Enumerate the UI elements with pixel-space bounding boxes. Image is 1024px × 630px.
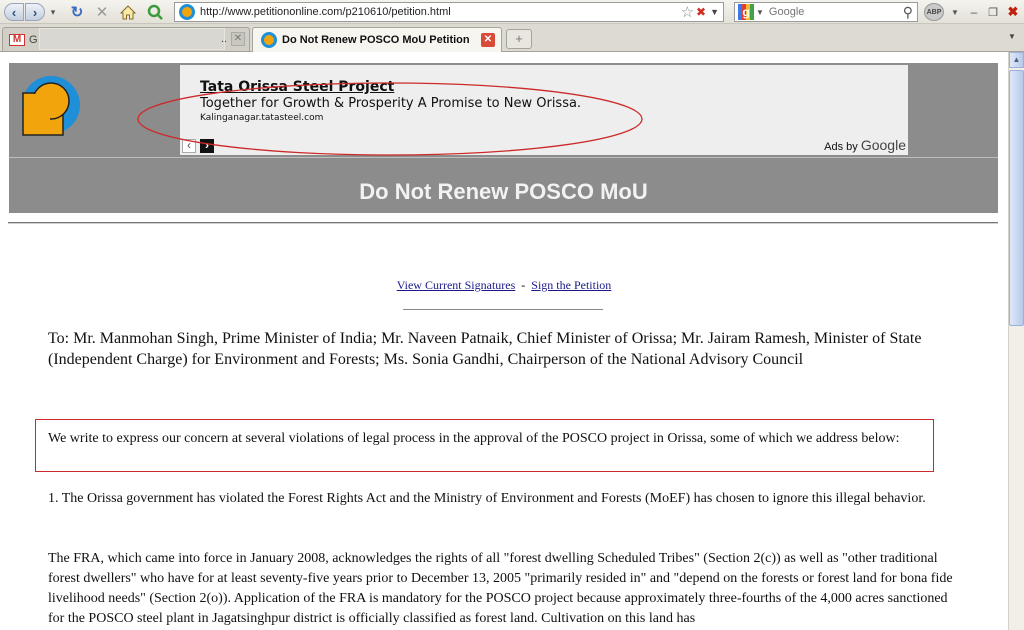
header-rule	[8, 222, 998, 224]
tab-gmail-title: G	[29, 33, 38, 46]
google-brand-label: Google	[860, 137, 906, 153]
petition-addressees: To: Mr. Manmohan Singh, Prime Minister o…	[48, 330, 922, 368]
forward-arrow-icon[interactable]: ›	[25, 3, 45, 21]
tab-close-icon[interactable]: ✕	[481, 33, 495, 47]
search-engine-dropdown-icon[interactable]: ▼	[756, 8, 764, 17]
search-input[interactable]	[768, 6, 903, 18]
petitiononline-favicon	[179, 4, 195, 20]
restore-window-icon[interactable]: ❐	[985, 3, 1001, 21]
tab-gmail-ellipsis: ..	[221, 33, 228, 45]
sign-petition-link[interactable]: Sign the Petition	[531, 278, 611, 292]
petitiononline-favicon	[261, 32, 277, 48]
reload-icon[interactable]: ↻	[67, 3, 87, 21]
gmail-icon: M	[9, 33, 25, 46]
page-header-band: Tata Orissa Steel Project Together for G…	[9, 63, 998, 213]
google-engine-icon[interactable]: g	[738, 4, 754, 20]
page-title: Do Not Renew POSCO MoU	[359, 179, 648, 204]
petition-intro: We write to express our concern at sever…	[48, 431, 900, 446]
view-signatures-link[interactable]: View Current Signatures	[397, 278, 516, 292]
links-rule	[403, 309, 603, 310]
petition-links: View Current Signatures - Sign the Petit…	[0, 278, 1008, 293]
link-separator: -	[521, 278, 526, 292]
home-icon[interactable]	[118, 3, 138, 21]
scroll-up-arrow-icon[interactable]: ▲	[1009, 52, 1024, 68]
header-divider	[9, 157, 998, 158]
back-arrow-icon[interactable]: ‹	[4, 3, 24, 21]
minimize-window-icon[interactable]: –	[966, 3, 982, 21]
tab-close-icon[interactable]: ✕	[231, 32, 245, 46]
stop-icon[interactable]: ✕	[92, 3, 112, 21]
close-window-icon[interactable]: ✖	[1004, 3, 1022, 21]
address-bar[interactable]: http://www.petitiononline.com/p210610/pe…	[174, 2, 724, 22]
search-bar: g ▼ ⚲	[734, 2, 918, 22]
red-annotation-ellipse	[137, 82, 643, 156]
extension-icon[interactable]	[145, 3, 165, 21]
magnifier-icon[interactable]: ⚲	[903, 4, 913, 21]
adblock-icon[interactable]: ABP	[924, 3, 944, 21]
scrollbar-thumb[interactable]	[1009, 70, 1024, 326]
ads-by-google-link[interactable]: Ads by Google	[824, 137, 906, 153]
web-page: Tata Orissa Steel Project Together for G…	[0, 52, 1008, 630]
tab-petition-title: Do Not Renew POSCO MoU Petition	[282, 34, 470, 46]
tab-strip: M G .. ✕ Do Not Renew POSCO MoU Petition…	[0, 24, 1024, 52]
url-dropdown-icon[interactable]: ▼	[710, 7, 719, 17]
tab-gmail[interactable]: M G .. ✕	[2, 27, 250, 51]
new-tab-button[interactable]: +	[506, 29, 532, 49]
petition-paragraph: The FRA, which came into force in Januar…	[48, 551, 953, 626]
petition-point-1: 1. The Orissa government has violated th…	[48, 491, 926, 506]
tab-list-dropdown-icon[interactable]: ▼	[1008, 32, 1016, 41]
adblock-dropdown-icon[interactable]: ▼	[950, 3, 960, 21]
history-dropdown-icon[interactable]: ▾	[47, 3, 59, 21]
redacted-overlay	[39, 28, 225, 50]
ads-by-label: Ads by	[824, 141, 858, 153]
clear-url-icon[interactable]: ✖	[696, 5, 706, 19]
url-text[interactable]: http://www.petitiononline.com/p210610/pe…	[200, 6, 681, 18]
vertical-scrollbar[interactable]: ▲	[1008, 52, 1024, 630]
site-logo[interactable]	[21, 73, 83, 137]
star-icon[interactable]: ☆	[681, 3, 694, 21]
browser-toolbar: ‹ › ▾ ↻ ✕ http://www.petitiononline.com/…	[0, 0, 1024, 24]
tab-petition[interactable]: Do Not Renew POSCO MoU Petition ✕	[252, 27, 502, 52]
